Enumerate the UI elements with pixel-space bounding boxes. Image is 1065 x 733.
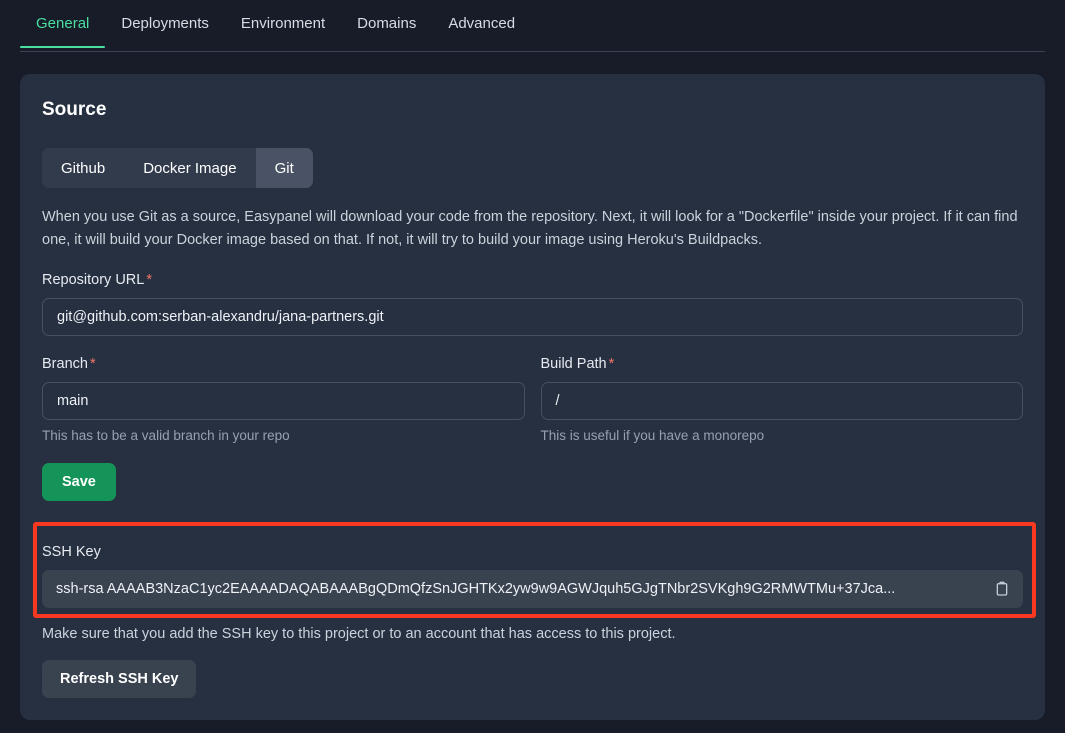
branch-input[interactable]: main (42, 382, 525, 420)
repository-url-value: git@github.com:serban-alexandru/jana-par… (57, 309, 384, 325)
ssh-key-value: ssh-rsa AAAAB3NzaC1yc2EAAAADAQABAAABgQDm… (56, 581, 985, 597)
tab-domains[interactable]: Domains (341, 0, 432, 48)
branch-buildpath-row: Branch* main This has to be a valid bran… (42, 354, 1023, 445)
build-path-input[interactable]: / (541, 382, 1024, 420)
refresh-ssh-key-button[interactable]: Refresh SSH Key (42, 660, 196, 698)
source-segment-docker-image[interactable]: Docker Image (124, 148, 255, 188)
clipboard-icon[interactable] (991, 578, 1013, 600)
build-path-label: Build Path* (541, 354, 1024, 374)
branch-label-text: Branch (42, 356, 88, 372)
tab-advanced[interactable]: Advanced (432, 0, 531, 48)
build-path-value: / (556, 393, 560, 409)
tab-environment[interactable]: Environment (225, 0, 341, 48)
required-marker: * (609, 356, 615, 372)
branch-field: Branch* main This has to be a valid bran… (42, 354, 525, 445)
repository-url-label-text: Repository URL (42, 272, 144, 288)
required-marker: * (90, 356, 96, 372)
ssh-key-input[interactable]: ssh-rsa AAAAB3NzaC1yc2EAAAADAQABAAABgQDm… (42, 570, 1023, 608)
source-segment-git[interactable]: Git (256, 148, 313, 188)
tab-environment-label: Environment (241, 15, 325, 32)
repository-url-label: Repository URL* (42, 270, 1023, 290)
page-title: Source (42, 98, 1023, 122)
branch-label: Branch* (42, 354, 525, 374)
source-segment-github-label: Github (61, 160, 105, 177)
settings-tabbar: General Deployments Environment Domains … (0, 0, 1065, 52)
branch-value: main (57, 393, 88, 409)
ssh-key-section: SSH Key ssh-rsa AAAAB3NzaC1yc2EAAAADAQAB… (42, 524, 1023, 698)
source-card: Source Github Docker Image Git When you … (20, 74, 1045, 720)
branch-hint: This has to be a valid branch in your re… (42, 427, 525, 445)
tab-advanced-label: Advanced (448, 15, 515, 32)
source-segment-docker-image-label: Docker Image (143, 160, 236, 177)
app-page: General Deployments Environment Domains … (0, 0, 1065, 733)
save-button[interactable]: Save (42, 463, 116, 501)
tab-general-label: General (36, 15, 89, 32)
source-segment-github[interactable]: Github (42, 148, 124, 188)
required-marker: * (146, 272, 152, 288)
source-type-segmented-control[interactable]: Github Docker Image Git (42, 148, 313, 188)
source-description: When you use Git as a source, Easypanel … (42, 206, 1023, 252)
build-path-field: Build Path* / This is useful if you have… (541, 354, 1024, 445)
source-segment-git-label: Git (275, 160, 294, 177)
build-path-hint: This is useful if you have a monorepo (541, 427, 1024, 445)
tab-deployments-label: Deployments (121, 15, 209, 32)
tab-domains-label: Domains (357, 15, 416, 32)
repository-url-input[interactable]: git@github.com:serban-alexandru/jana-par… (42, 298, 1023, 336)
tab-deployments[interactable]: Deployments (105, 0, 225, 48)
ssh-key-note: Make sure that you add the SSH key to th… (42, 624, 1023, 644)
build-path-label-text: Build Path (541, 356, 607, 372)
ssh-key-label: SSH Key (42, 542, 1023, 562)
repository-url-field: Repository URL* git@github.com:serban-al… (42, 270, 1023, 336)
tab-general[interactable]: General (20, 0, 105, 48)
